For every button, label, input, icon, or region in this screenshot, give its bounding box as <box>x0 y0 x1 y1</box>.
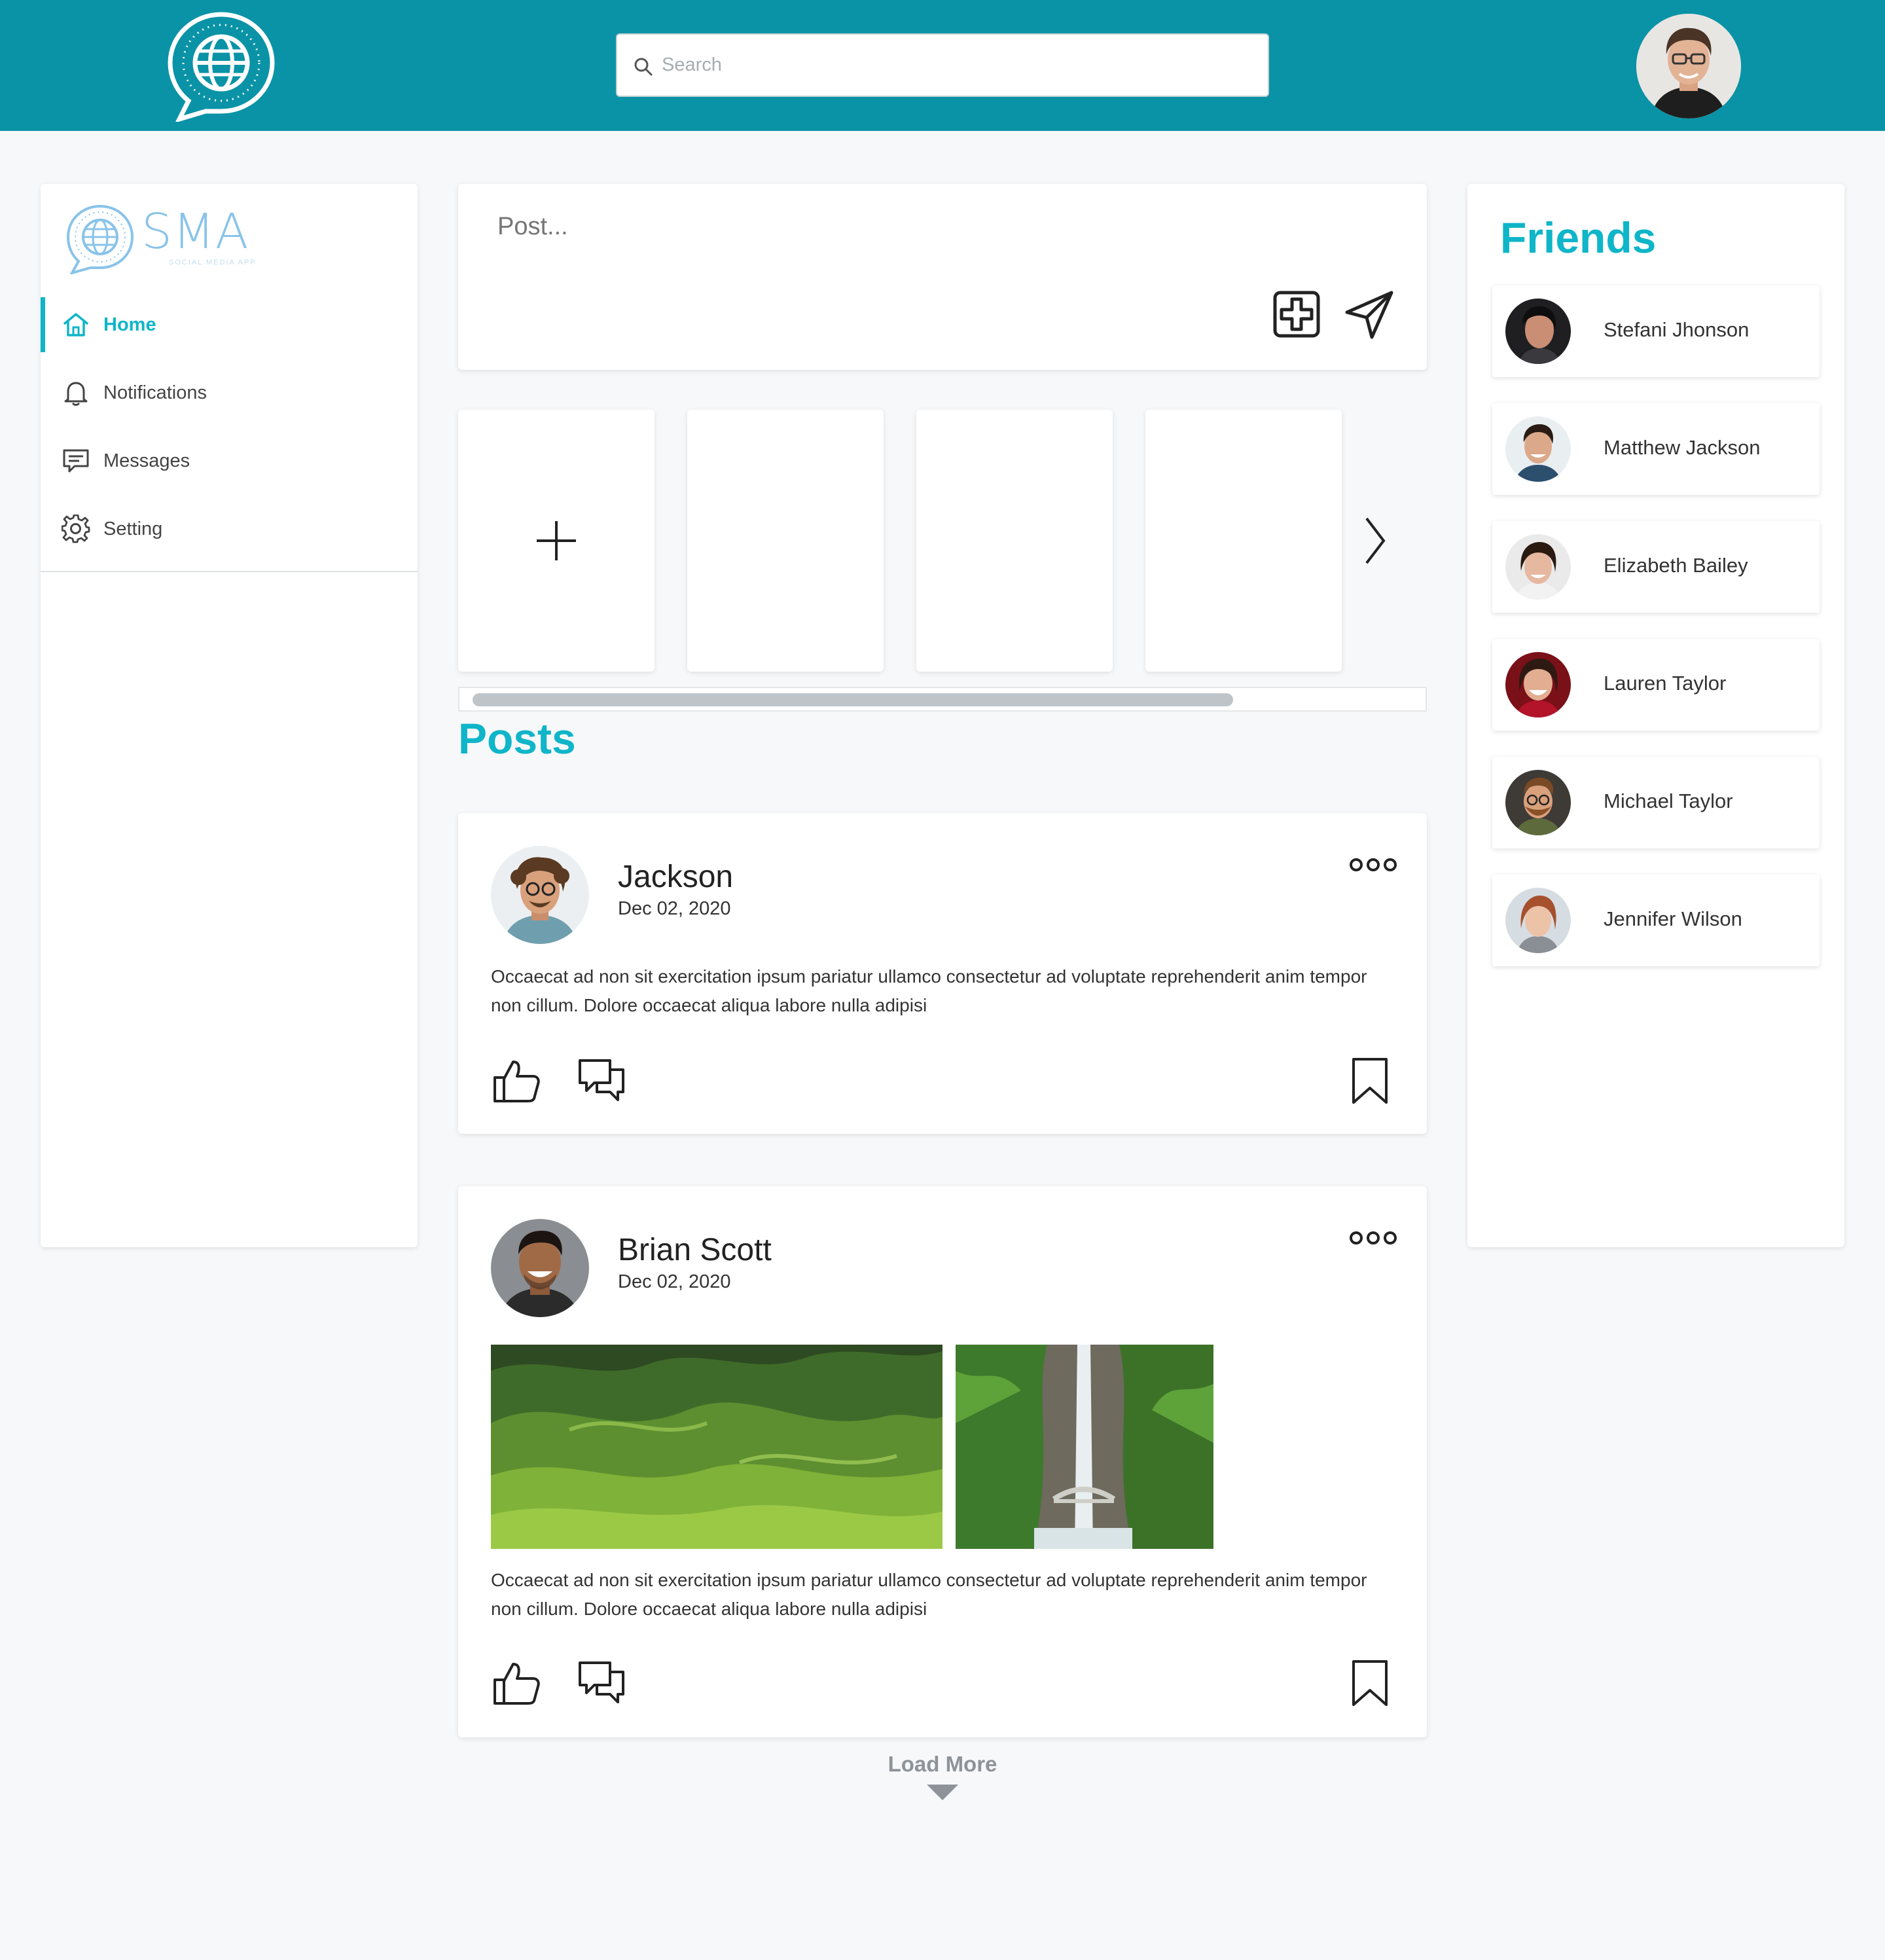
bookmark-icon[interactable] <box>1346 1057 1394 1105</box>
search-field[interactable] <box>616 33 1269 97</box>
story-card[interactable] <box>687 410 884 672</box>
friends-heading: Friends <box>1500 213 1657 262</box>
like-icon[interactable] <box>492 1057 541 1105</box>
brand-name: SMA <box>141 204 249 260</box>
friend-avatar <box>1505 416 1571 482</box>
comment-icon[interactable] <box>577 1659 626 1707</box>
sidebar-item-setting[interactable]: Setting <box>41 501 418 556</box>
friend-name: Stefani Jhonson <box>1604 318 1750 341</box>
friend-item[interactable]: Stefani Jhonson <box>1492 285 1820 377</box>
plus-icon <box>537 521 576 560</box>
friend-name: Jennifer Wilson <box>1604 907 1742 930</box>
sidebar-item-home[interactable]: Home <box>41 297 418 352</box>
user-avatar[interactable] <box>1636 14 1741 118</box>
friend-name: Michael Taylor <box>1604 789 1733 812</box>
story-card[interactable] <box>916 410 1113 672</box>
sidebar-item-messages[interactable]: Messages <box>41 433 418 488</box>
friend-avatar <box>1505 770 1571 835</box>
post-input[interactable] <box>497 213 1152 252</box>
sidebar-item-notifications[interactable]: Notifications <box>41 365 418 420</box>
post-date: Dec 02, 2020 <box>618 898 731 919</box>
friend-item[interactable]: Lauren Taylor <box>1492 639 1820 731</box>
chevron-right-icon[interactable] <box>1355 509 1394 572</box>
friends-panel: Friends Stefani Jhonson Matthew Jackson … <box>1467 184 1844 1247</box>
stories-scrollbar[interactable] <box>458 687 1427 712</box>
friend-item[interactable]: Jennifer Wilson <box>1492 875 1820 966</box>
bell-icon <box>64 382 88 406</box>
post-image-hills[interactable] <box>491 1345 942 1549</box>
post-text: Occaecat ad non sit exercitation ipsum p… <box>491 966 1367 1015</box>
post-composer <box>458 184 1427 370</box>
post-author[interactable]: Brian Scott <box>618 1232 772 1268</box>
friend-item[interactable]: Matthew Jackson <box>1492 403 1820 495</box>
friend-avatar <box>1505 652 1571 717</box>
send-button[interactable] <box>1343 289 1395 341</box>
brand-tagline: SOCIAL MEDIA APP <box>169 259 257 266</box>
caret-down-icon[interactable] <box>927 1785 958 1800</box>
search-icon <box>634 58 653 76</box>
friend-avatar <box>1505 888 1571 953</box>
left-sidebar: SMA SOCIAL MEDIA APP Home Notifications … <box>41 184 418 1247</box>
comment-icon[interactable] <box>577 1057 626 1105</box>
author-avatar[interactable] <box>491 1219 589 1317</box>
sidebar-divider <box>41 571 418 572</box>
brand[interactable]: SMA SOCIAL MEDIA APP <box>64 202 300 277</box>
brand-logo-icon <box>66 204 134 274</box>
search-input[interactable] <box>662 35 1251 96</box>
sidebar-item-label: Home <box>103 314 156 335</box>
post-date: Dec 02, 2020 <box>618 1271 731 1292</box>
friend-avatar <box>1505 534 1571 600</box>
bookmark-icon[interactable] <box>1346 1659 1394 1707</box>
friend-item[interactable]: Elizabeth Bailey <box>1492 521 1820 613</box>
add-media-button[interactable] <box>1272 290 1321 338</box>
more-options-icon[interactable] <box>1348 856 1398 873</box>
add-story-card[interactable] <box>458 410 655 672</box>
post-card: Brian Scott Dec 02, 2020 Occaecat ad non… <box>458 1186 1427 1737</box>
more-options-icon[interactable] <box>1348 1229 1398 1246</box>
app-logo-icon[interactable] <box>165 9 278 123</box>
message-icon <box>63 449 89 473</box>
post-card: Jackson Dec 02, 2020 Occaecat ad non sit… <box>458 813 1427 1134</box>
post-image-waterfall[interactable] <box>956 1345 1213 1549</box>
load-more-button[interactable]: Load More <box>785 1752 1100 1777</box>
friend-avatar <box>1505 299 1571 364</box>
sidebar-item-label: Messages <box>103 450 190 471</box>
post-text: Occaecat ad non sit exercitation ipsum p… <box>491 1570 1367 1619</box>
like-icon[interactable] <box>492 1659 541 1707</box>
scrollbar-thumb[interactable] <box>473 693 1233 706</box>
post-author[interactable]: Jackson <box>618 859 733 895</box>
story-card[interactable] <box>1145 410 1342 672</box>
friend-name: Matthew Jackson <box>1604 436 1761 459</box>
home-icon <box>63 313 88 336</box>
sidebar-item-label: Setting <box>103 518 163 539</box>
friend-name: Elizabeth Bailey <box>1604 554 1748 577</box>
friend-name: Lauren Taylor <box>1604 672 1727 695</box>
sidebar-item-label: Notifications <box>103 382 207 403</box>
gear-icon <box>62 515 90 543</box>
author-avatar[interactable] <box>491 846 589 944</box>
friend-item[interactable]: Michael Taylor <box>1492 757 1820 848</box>
posts-heading: Posts <box>458 714 576 763</box>
